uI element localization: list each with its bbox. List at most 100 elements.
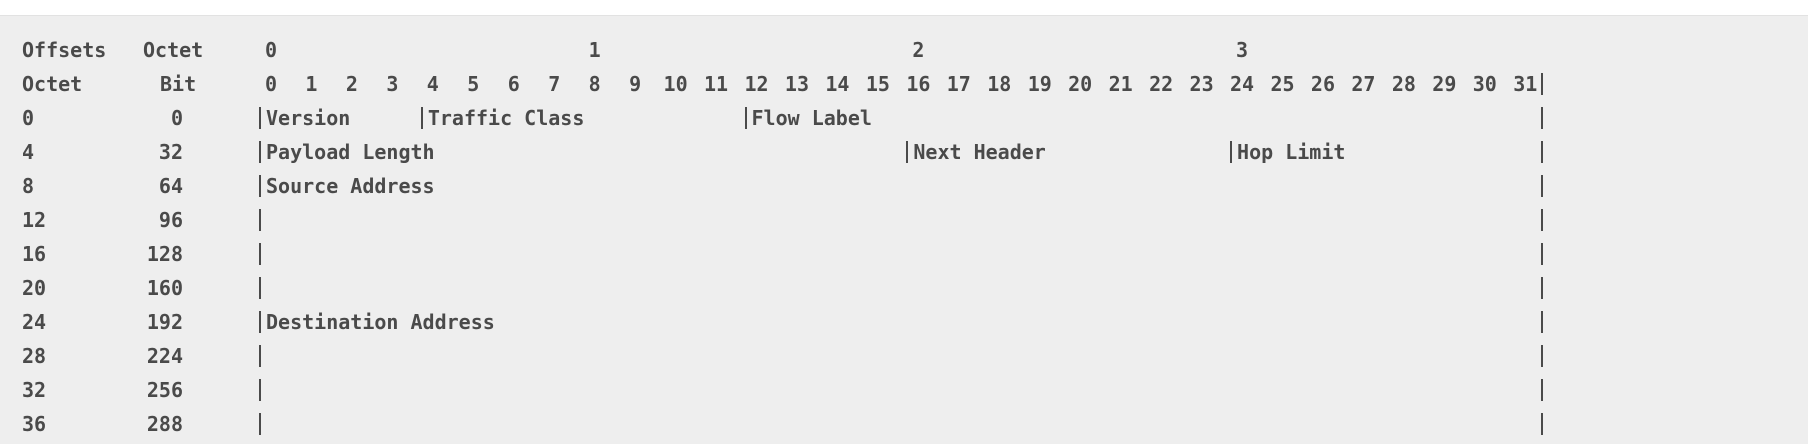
bit-offset: 288 <box>146 412 183 436</box>
row-end-bar <box>1541 141 1543 163</box>
bit-number: 2 <box>345 72 358 96</box>
field-separator <box>906 141 909 163</box>
header-field-row: 32 256 <box>0 373 1808 407</box>
octet-offset: 28 <box>22 344 47 368</box>
field-separator <box>259 243 261 265</box>
header-field-row: 36 288 <box>0 407 1808 441</box>
bit-number: 4 <box>426 72 439 96</box>
row-end-bar <box>1541 277 1543 299</box>
octet-heading: Octet <box>143 38 204 62</box>
header-field-row: 20 160 <box>0 271 1808 305</box>
header-field: Payload Length <box>259 135 906 169</box>
bit-offset: 0 <box>170 106 183 130</box>
bit-number: 31 <box>1513 72 1538 96</box>
octet-subheading: Octet <box>22 72 83 96</box>
row-end-bar <box>1541 413 1543 435</box>
bit-number: 11 <box>704 72 729 96</box>
header-row-octets: Offsets Octet 0 1 2 3 <box>0 33 1808 67</box>
field-separator <box>259 107 261 129</box>
octet-offset: 4 <box>22 140 35 164</box>
field-label: Source Address <box>266 174 435 198</box>
field-label: Hop Limit <box>1237 140 1346 164</box>
field-separator <box>259 277 261 299</box>
octet-offset: 20 <box>22 276 47 300</box>
octet-mark: 0 <box>264 38 278 62</box>
header-field-row: 4 32 Payload Length Next Header Hop Limit <box>0 135 1808 169</box>
header-field-row: 28 224 <box>0 339 1808 373</box>
header-field: Version <box>259 101 421 135</box>
octet-mark: 1 <box>588 38 601 62</box>
field-label: Next Header <box>913 140 1046 164</box>
bit-number: 28 <box>1391 72 1416 96</box>
octet-offset: 12 <box>22 208 47 232</box>
bit-number: 7 <box>548 72 561 96</box>
row-end-bar <box>1541 311 1543 333</box>
bit-number: 16 <box>906 72 931 96</box>
ipv6-header-diagram: Offsets Octet 0123 Octet Bit 01234567891… <box>0 15 1808 444</box>
header-field-row: 0 0 Version Traffic Class Flow Label <box>0 101 1808 135</box>
header-end-bar <box>1541 73 1543 95</box>
bit-number: 5 <box>467 72 480 96</box>
header-field <box>259 237 1554 271</box>
row-end-bar <box>1541 379 1543 401</box>
header-field <box>259 339 1554 373</box>
bit-number: 6 <box>507 72 520 96</box>
octet-offset: 32 <box>22 378 47 402</box>
row-end-bar <box>1541 243 1543 265</box>
header-field: Flow Label <box>744 101 1554 135</box>
header-field <box>259 407 1554 441</box>
header-field: Traffic Class <box>420 101 745 135</box>
row-end-bar <box>1541 209 1543 231</box>
octet-mark: 3 <box>1236 38 1249 62</box>
bit-number: 14 <box>825 72 850 96</box>
header-field-row: 16 128 <box>0 237 1808 271</box>
header-field: Destination Address <box>259 305 1554 339</box>
bit-number: 9 <box>629 72 642 96</box>
field-separator <box>744 107 747 129</box>
bit-number: 3 <box>386 72 399 96</box>
header-field-row: 8 64 Source Address <box>0 169 1808 203</box>
bit-offset: 256 <box>146 378 183 402</box>
bit-subheading: Bit <box>160 72 197 96</box>
row-end-bar <box>1541 345 1543 367</box>
field-separator <box>259 413 261 435</box>
row-end-bar <box>1541 175 1543 197</box>
bit-offset: 128 <box>146 242 183 266</box>
field-separator <box>259 311 261 333</box>
header-field-row: 12 96 <box>0 203 1808 237</box>
bit-number: 19 <box>1027 72 1052 96</box>
bit-number: 18 <box>987 72 1012 96</box>
field-label: Flow Label <box>751 106 872 130</box>
field-separator <box>259 209 261 231</box>
bit-number: 22 <box>1149 72 1174 96</box>
header-field <box>259 203 1554 237</box>
header-row-bits: Octet Bit 0 1 2 3 4 5 6 7 8 9 10 11 12 13 14 15 16 17 18 19… <box>0 67 1808 101</box>
header-field: Hop Limit <box>1230 135 1554 169</box>
bit-number: 21 <box>1108 72 1133 96</box>
field-label: Payload Length <box>266 140 435 164</box>
field-separator <box>259 141 261 163</box>
bit-offset: 32 <box>158 140 183 164</box>
octet-offset: 24 <box>22 310 47 334</box>
header-field-row: 24 192 Destination Address <box>0 305 1808 339</box>
bit-offset: 64 <box>158 174 183 198</box>
field-separator <box>259 345 261 367</box>
octet-offset: 8 <box>22 174 35 198</box>
bit-number: 25 <box>1270 72 1295 96</box>
field-separator <box>259 175 261 197</box>
bit-number: 8 <box>588 72 601 96</box>
bit-offset: 192 <box>146 310 183 334</box>
field-label: Destination Address <box>266 310 495 334</box>
bit-number: 0 <box>264 72 278 96</box>
bit-number: 13 <box>784 72 810 96</box>
octet-offset: 16 <box>22 242 47 266</box>
bit-number: 20 <box>1068 72 1093 96</box>
header-field <box>259 373 1554 407</box>
bit-number: 17 <box>946 72 971 96</box>
row-end-bar <box>1541 107 1543 129</box>
header-field: Source Address <box>259 169 1554 203</box>
field-separator <box>1230 141 1233 163</box>
bit-number: 1 <box>305 72 318 96</box>
bit-number: 23 <box>1189 72 1214 96</box>
bit-number: 30 <box>1472 72 1497 96</box>
